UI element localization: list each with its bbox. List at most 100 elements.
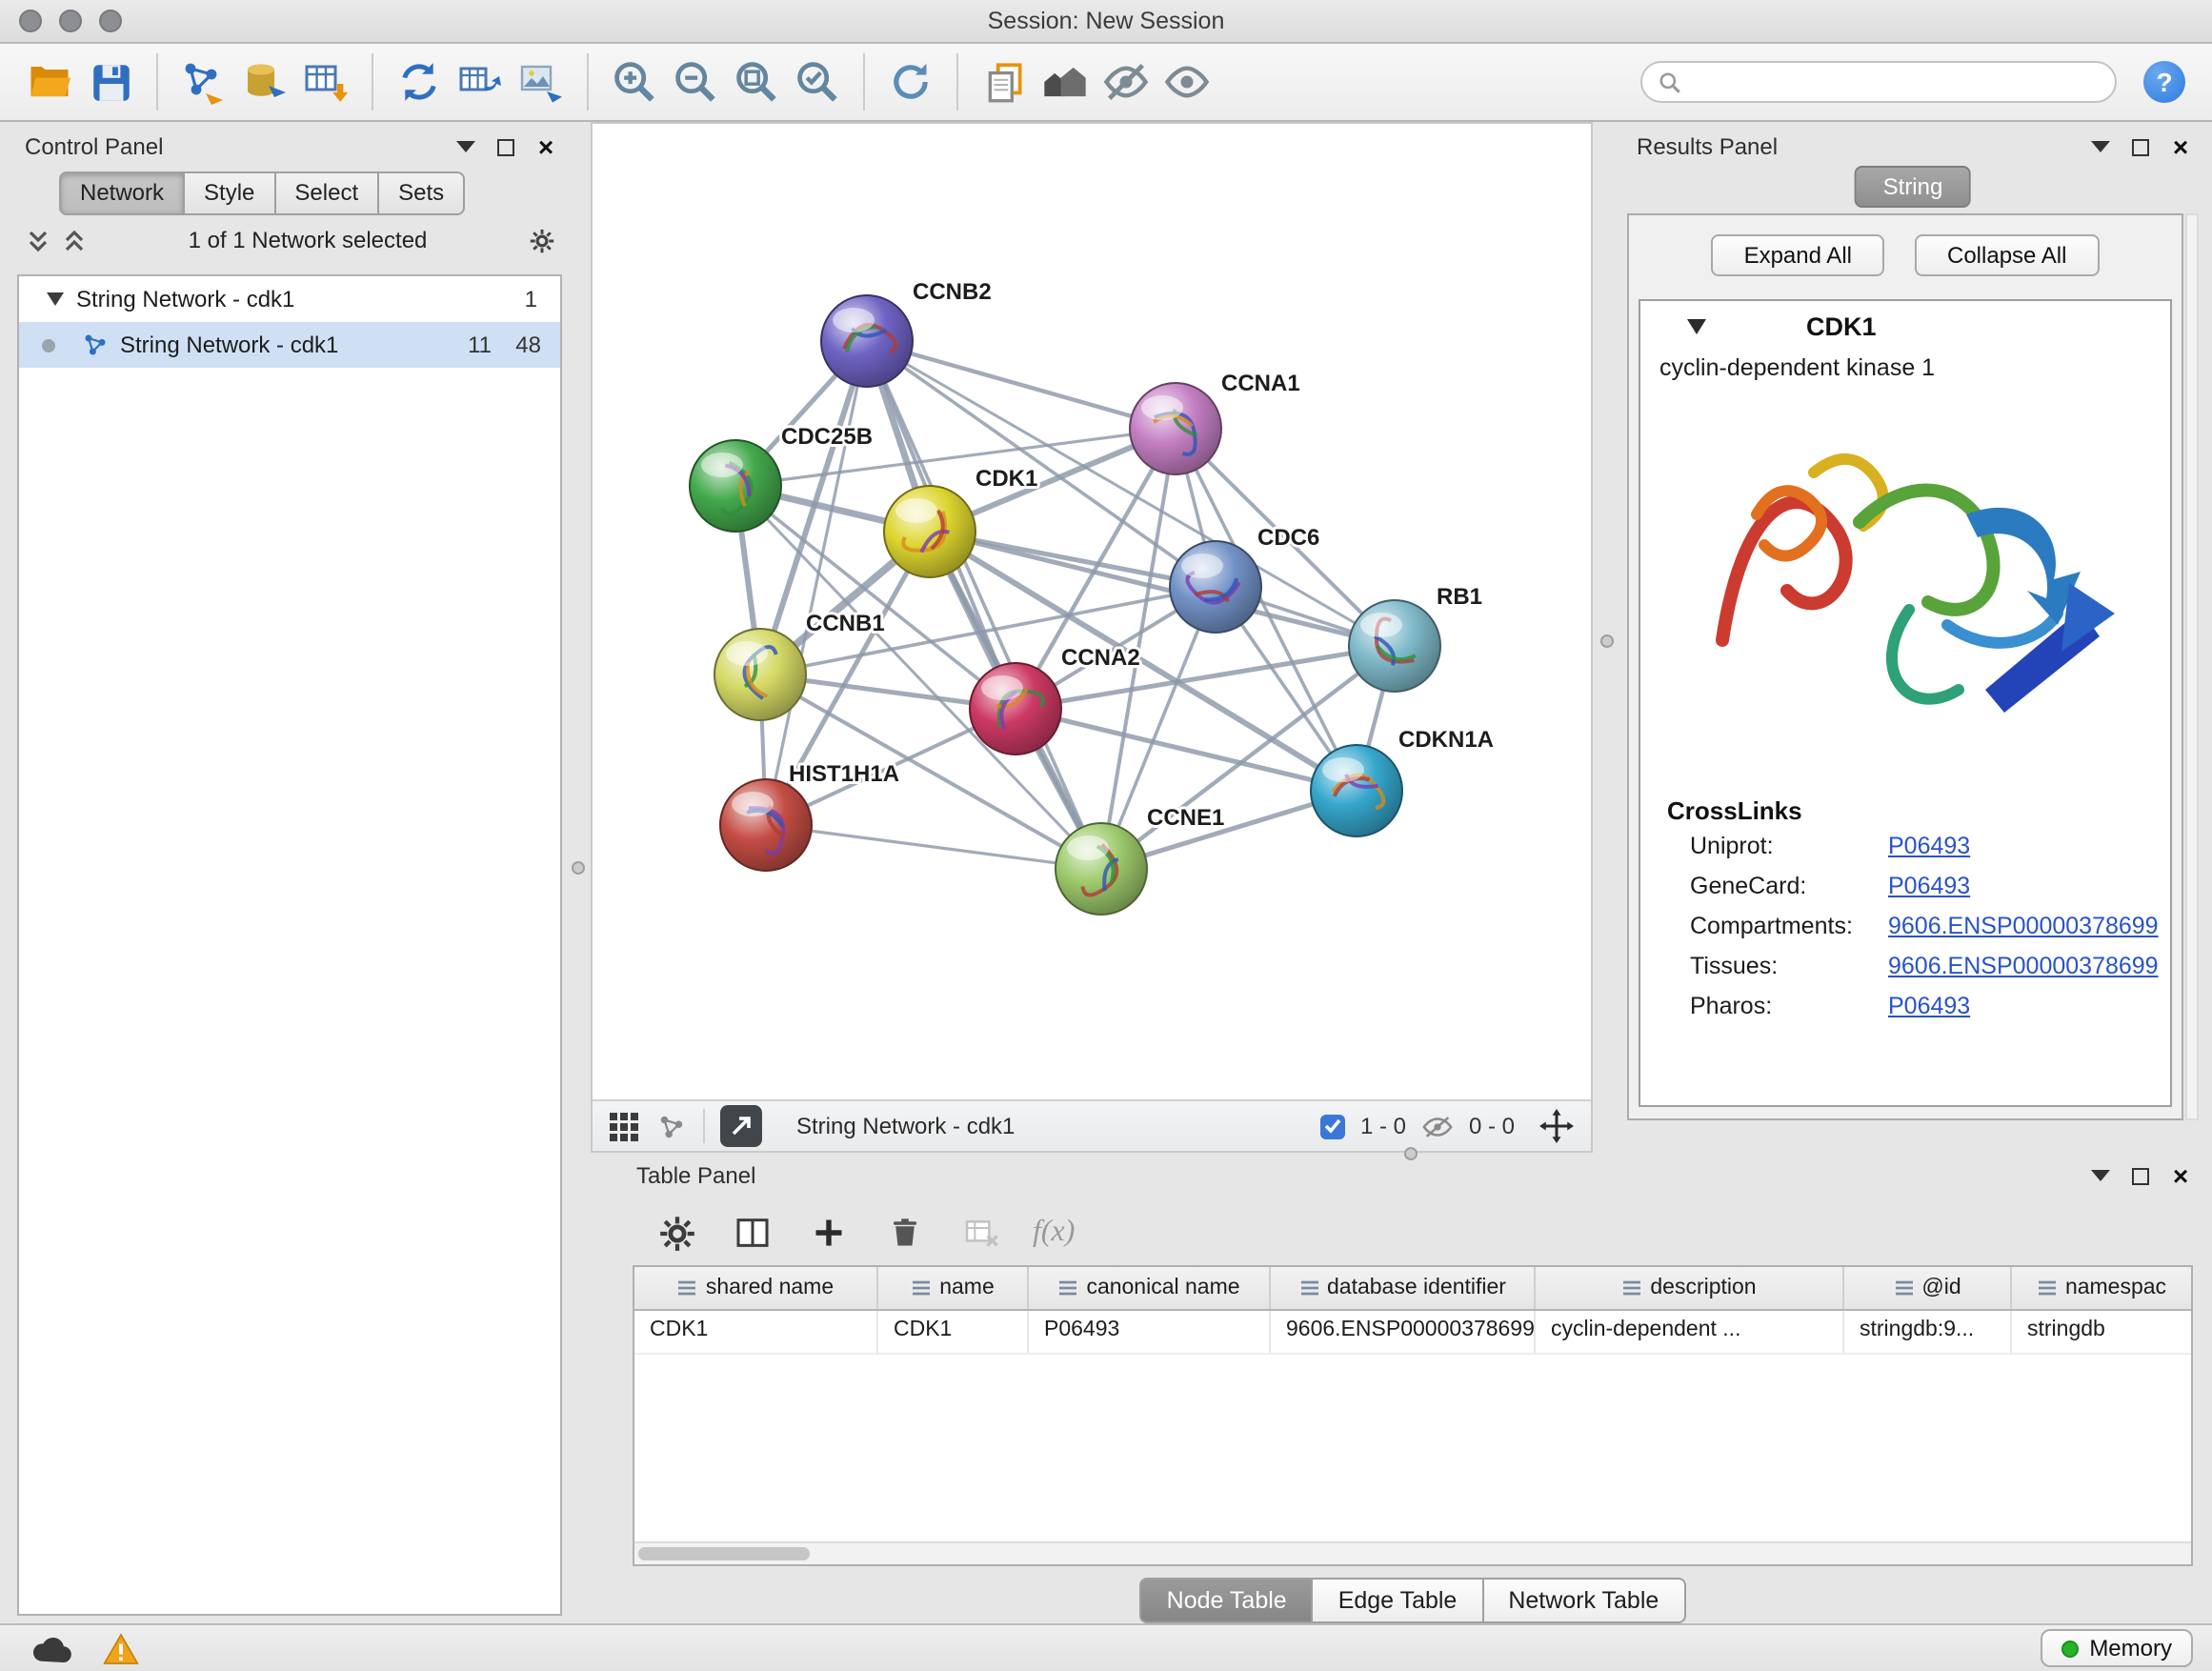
refresh-view-button[interactable] — [880, 51, 941, 112]
close-panel-icon[interactable]: × — [2168, 1163, 2193, 1188]
card-disclosure-triangle-icon[interactable] — [1686, 317, 1707, 334]
delete-column-trash-icon[interactable] — [880, 1208, 930, 1258]
node-CCNB1[interactable] — [714, 629, 806, 720]
edge-CCNB2-CCNA1[interactable] — [867, 341, 1176, 429]
node-CCNE1[interactable] — [1056, 823, 1147, 915]
import-network-from-database-button[interactable] — [234, 51, 295, 112]
warnings-button[interactable] — [95, 1623, 145, 1671]
tab-sets[interactable]: Sets — [377, 171, 465, 215]
node-HIST1H1A[interactable] — [720, 779, 812, 871]
close-panel-icon[interactable]: × — [2168, 134, 2193, 159]
edge-CCNA2-CDKN1A[interactable] — [1016, 709, 1357, 791]
export-image-button[interactable] — [511, 51, 572, 112]
column-header-shared-name[interactable]: shared name — [634, 1267, 878, 1309]
node-CCNB2[interactable] — [821, 295, 913, 387]
import-network-from-file-button[interactable] — [173, 51, 234, 112]
crosslink-link-tissues[interactable]: 9606.ENSP00000378699 — [1888, 953, 2159, 979]
panel-menu-icon[interactable] — [2088, 1163, 2113, 1188]
save-session-button[interactable] — [80, 51, 141, 112]
hide-annotations-button[interactable] — [1096, 51, 1156, 112]
edge-CCNB2-CCNE1[interactable] — [867, 341, 1101, 869]
close-window-button[interactable] — [19, 10, 42, 32]
table-settings-gear-icon[interactable] — [652, 1208, 701, 1258]
zoom-window-button[interactable] — [99, 10, 122, 32]
birdseye-grid-icon[interactable] — [608, 1110, 640, 1142]
zoom-selected-button[interactable] — [787, 51, 848, 112]
node-RB1[interactable] — [1349, 600, 1440, 692]
node-CDC6[interactable] — [1170, 541, 1261, 633]
expand-all-button[interactable]: Expand All — [1712, 234, 1884, 276]
panel-menu-icon[interactable] — [2088, 134, 2113, 159]
edge-CCNE1-HIST1H1A[interactable] — [766, 825, 1101, 869]
minimize-window-button[interactable] — [59, 10, 82, 32]
node-CDK1[interactable] — [884, 486, 975, 577]
apply-layout-button[interactable] — [389, 51, 450, 112]
collapse-all-button[interactable]: Collapse All — [1915, 234, 2099, 276]
window-title: Session: New Session — [0, 8, 2212, 34]
expand-all-networks-icon[interactable] — [61, 228, 86, 252]
tab-network-table[interactable]: Network Table — [1481, 1578, 1685, 1623]
tab-edge-table[interactable]: Edge Table — [1312, 1578, 1484, 1623]
zoom-fit-button[interactable] — [726, 51, 787, 112]
node-CCNA2[interactable] — [970, 663, 1061, 755]
show-columns-icon[interactable] — [728, 1208, 777, 1258]
results-tab-string[interactable]: String — [1855, 166, 1972, 208]
scrollbar-thumb[interactable] — [638, 1547, 810, 1560]
network-row[interactable]: String Network - cdk1 11 48 — [19, 322, 560, 368]
vertical-splitter-handle[interactable] — [572, 861, 585, 875]
node-CDKN1A[interactable] — [1311, 745, 1402, 836]
home-button[interactable] — [1035, 51, 1096, 112]
table-row[interactable]: CDK1 CDK1 P06493 9606.ENSP00000378699 cy… — [634, 1311, 2191, 1355]
horizontal-splitter-handle[interactable] — [1404, 1147, 1418, 1160]
zoom-in-button[interactable] — [604, 51, 665, 112]
column-header-namespace[interactable]: namespac — [2012, 1267, 2191, 1309]
network-options-gear-icon[interactable] — [530, 228, 554, 252]
collapse-all-networks-icon[interactable] — [25, 228, 50, 252]
column-header-canonical-name[interactable]: canonical name — [1029, 1267, 1271, 1309]
zoom-out-button[interactable] — [665, 51, 726, 112]
help-button[interactable]: ? — [2143, 61, 2185, 103]
share-network-icon[interactable] — [655, 1110, 688, 1142]
tab-node-table[interactable]: Node Table — [1140, 1578, 1314, 1623]
memory-button[interactable]: Memory — [2040, 1629, 2193, 1667]
copy-button[interactable] — [974, 51, 1035, 112]
selection-checkbox[interactable] — [1320, 1114, 1345, 1138]
network-collection-row[interactable]: String Network - cdk1 1 — [19, 276, 560, 322]
column-header-id[interactable]: @id — [1844, 1267, 2012, 1309]
tab-select[interactable]: Select — [273, 171, 379, 215]
vertical-splitter-handle[interactable] — [1600, 634, 1614, 648]
float-panel-icon[interactable] — [493, 134, 518, 159]
crosslink-link-compartments[interactable]: 9606.ENSP00000378699 — [1888, 913, 2159, 939]
import-table-button[interactable] — [295, 51, 356, 112]
disclosure-triangle-icon[interactable] — [46, 292, 65, 307]
cell-canonical-name: P06493 — [1029, 1311, 1271, 1353]
table-horizontal-scrollbar[interactable] — [634, 1541, 2191, 1564]
node-CDC25B[interactable] — [690, 440, 781, 532]
fit-selected-crosshair-icon[interactable] — [1538, 1107, 1576, 1145]
panel-menu-icon[interactable] — [453, 134, 478, 159]
crosslink-link-pharos[interactable]: P06493 — [1888, 993, 1970, 1019]
export-view-button[interactable] — [720, 1105, 762, 1147]
tab-network[interactable]: Network — [59, 171, 185, 215]
results-scrollbar[interactable] — [2185, 213, 2199, 1120]
crosslink-link-genecard[interactable]: P06493 — [1888, 873, 1970, 899]
crosslink-link-uniprot[interactable]: P06493 — [1888, 833, 1970, 859]
search-input[interactable] — [1692, 67, 2100, 97]
function-builder-button[interactable]: f(x) — [1033, 1216, 1075, 1250]
close-panel-icon[interactable]: × — [533, 134, 558, 159]
cloud-button[interactable] — [27, 1623, 76, 1671]
node-CCNA1[interactable] — [1130, 383, 1221, 474]
column-header-name[interactable]: name — [878, 1267, 1029, 1309]
float-panel-icon[interactable] — [2128, 1163, 2153, 1188]
add-column-icon[interactable] — [804, 1208, 854, 1258]
column-header-database-identifier[interactable]: database identifier — [1271, 1267, 1536, 1309]
edge-CCNB2-HIST1H1A[interactable] — [766, 341, 867, 825]
tab-style[interactable]: Style — [183, 171, 275, 215]
network-canvas[interactable]: CCNB2CCNA1CDC25BCDK1CDC6RB1CCNB1CCNA2CDK… — [593, 124, 1591, 1099]
open-session-button[interactable] — [19, 51, 80, 112]
table-tabs: Node Table Edge Table Network Table — [621, 1578, 2204, 1623]
float-panel-icon[interactable] — [2128, 134, 2153, 159]
column-header-description[interactable]: description — [1536, 1267, 1844, 1309]
show-graphics-button[interactable] — [1156, 51, 1217, 112]
export-network-button[interactable] — [450, 51, 511, 112]
